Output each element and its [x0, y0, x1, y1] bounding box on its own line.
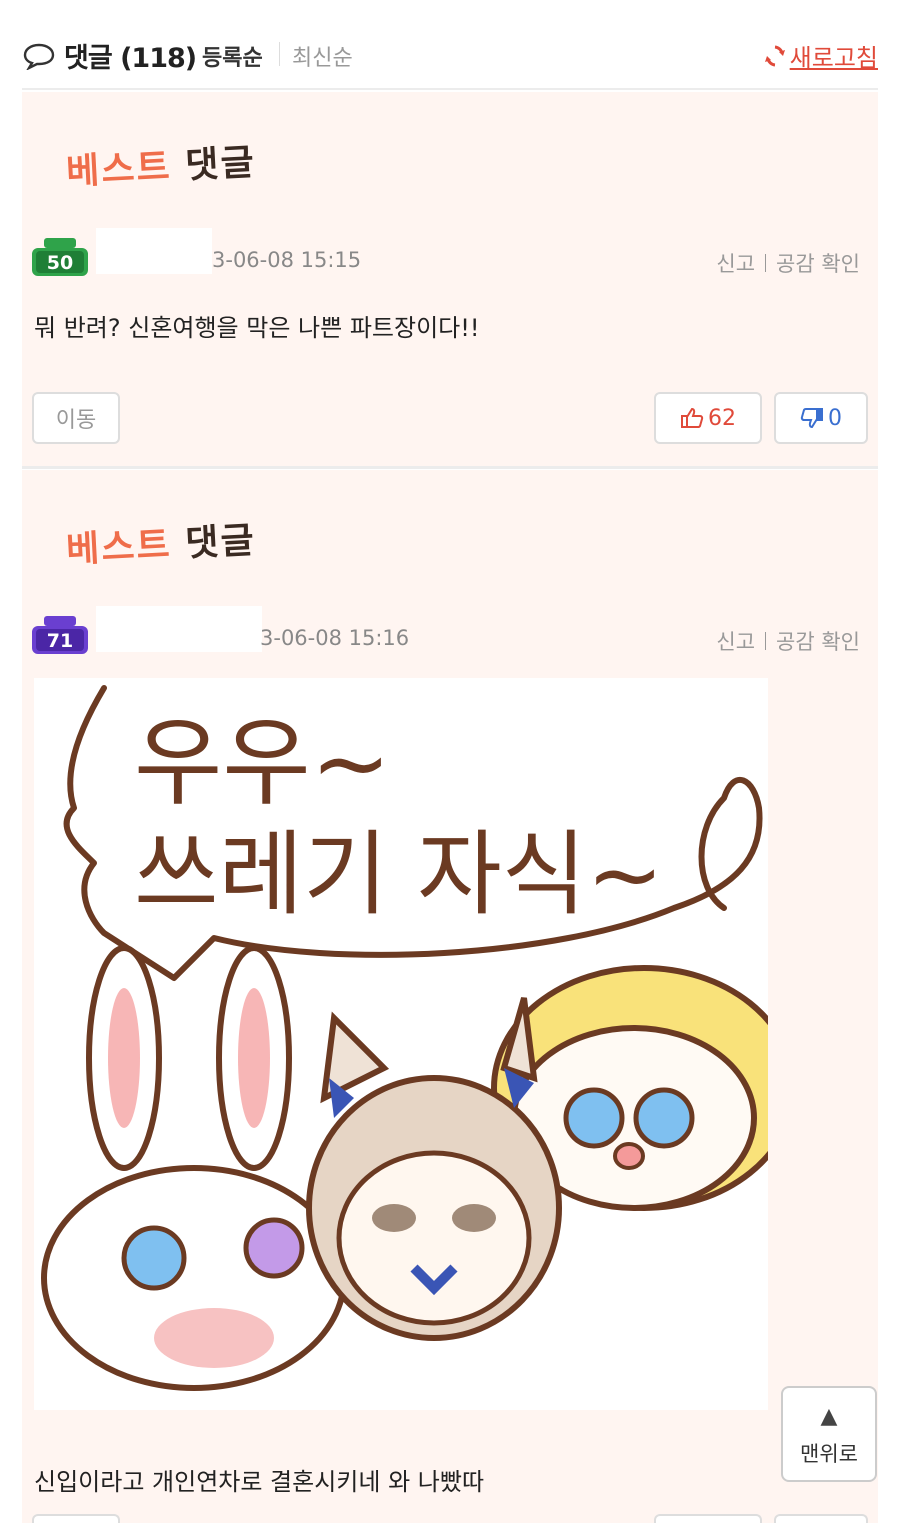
card-divider	[22, 466, 878, 469]
move-button-label: 이동	[55, 408, 97, 433]
best-comment-label: 베스트 댓글	[65, 520, 257, 571]
cartoon-illustration: 우우~ 쓰레기 자식~	[41, 685, 797, 1391]
comments-header: 댓글 (118) 등록순 최신순 새로고침	[22, 30, 878, 90]
level-badge: 71	[32, 616, 88, 654]
sort-separator	[279, 42, 280, 66]
back-to-top-label: 맨위로	[800, 1442, 858, 1466]
like-count: 62	[708, 405, 736, 431]
check-likes-link[interactable]: 공감 확인	[776, 626, 860, 656]
report-link[interactable]: 신고	[716, 248, 755, 278]
next-move-button-edge	[32, 1514, 120, 1523]
comment-date: 3-06-08 15:15	[212, 248, 362, 272]
comment-actions: 신고 공감 확인	[716, 248, 860, 278]
header-divider	[22, 88, 878, 90]
comments-title: 댓글 (118)	[64, 43, 197, 74]
speech-bubble-icon	[23, 43, 55, 70]
speech-line-2: 쓰레기 자식~	[134, 821, 664, 928]
check-likes-link[interactable]: 공감 확인	[776, 248, 860, 278]
refresh-label: 새로고침	[789, 44, 878, 72]
thumbs-up-icon	[681, 407, 704, 428]
best-comment-card: 베스트 댓글 50 3-06-08 15:15 신고 공감 확인 뭐 반려? 신혼…	[22, 92, 878, 466]
arrow-up-icon: ▲	[820, 1404, 838, 1429]
best-comment-card: 베스트 댓글 71 3-06-08 15:16 신고 공감 확인 우우~ 쓰레기 …	[22, 470, 878, 1523]
nickname-redacted	[96, 606, 262, 652]
level-badge: 50	[32, 238, 88, 276]
dislike-count: 0	[828, 405, 842, 431]
comment-date: 3-06-08 15:16	[260, 626, 410, 650]
nickname-redacted	[96, 228, 212, 274]
next-like-button-edge	[654, 1514, 762, 1523]
comment-text: 뭐 반려? 신혼여행을 막은 나쁜 파트장이다!!	[34, 314, 480, 342]
refresh-button[interactable]: 새로고침	[764, 38, 878, 73]
actions-separator	[765, 254, 767, 272]
next-dislike-button-edge	[774, 1514, 868, 1523]
report-link[interactable]: 신고	[716, 626, 755, 656]
thumbs-down-icon	[800, 408, 823, 429]
best-comment-label: 베스트 댓글	[65, 142, 257, 193]
back-to-top-button[interactable]: ▲ 맨위로	[781, 1386, 877, 1482]
comment-text: 신입이라고 개인연차로 결혼시키네 와 나빴따	[34, 1468, 485, 1496]
move-button[interactable]: 이동	[32, 392, 120, 444]
sort-registered-tab[interactable]: 등록순	[202, 40, 263, 72]
comment-image: 우우~ 쓰레기 자식~	[34, 678, 797, 1410]
like-button[interactable]: 62	[654, 392, 762, 444]
comment-actions: 신고 공감 확인	[716, 626, 860, 656]
sort-newest-tab[interactable]: 최신순	[292, 40, 353, 72]
speech-line-1: 우우~	[134, 707, 391, 819]
dislike-button[interactable]: 0	[774, 392, 868, 444]
actions-separator	[765, 632, 767, 650]
refresh-icon	[764, 45, 785, 66]
